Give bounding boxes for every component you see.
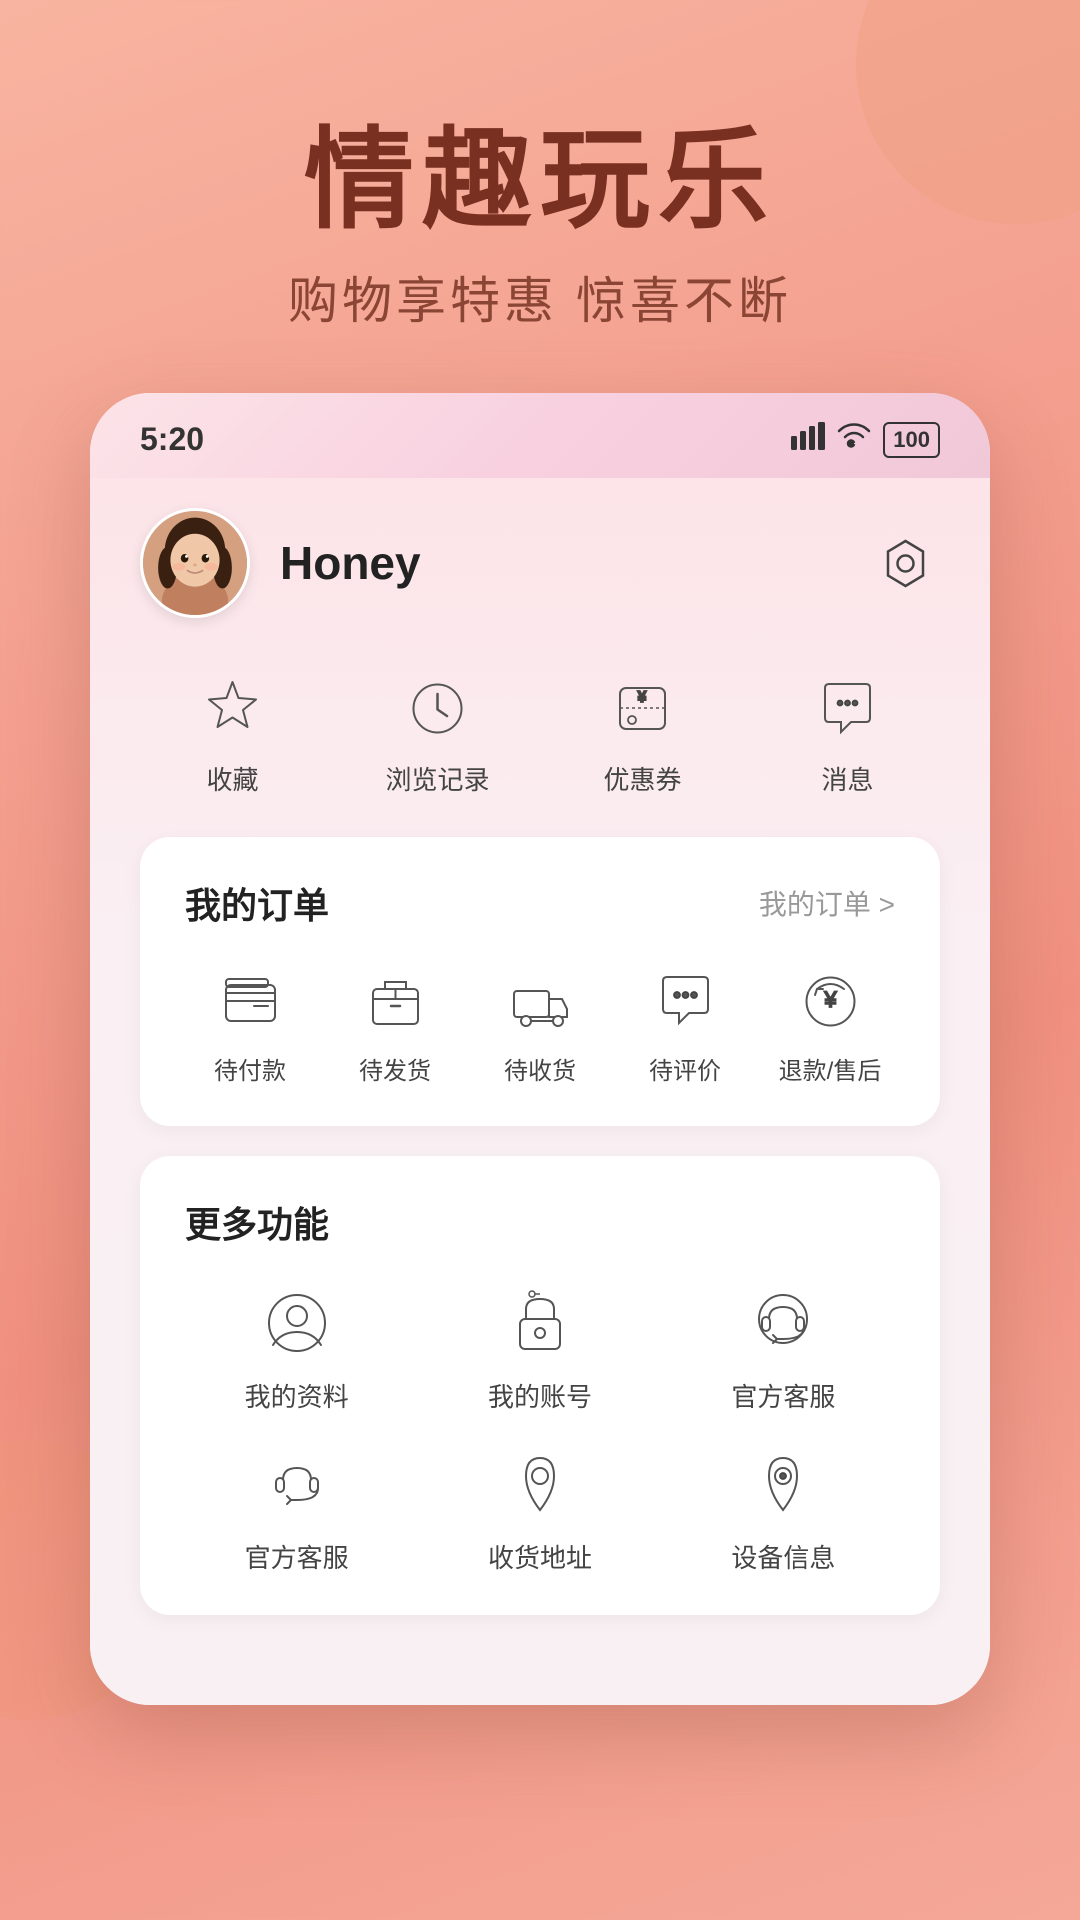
order-item-pending-pay-label: 待付款 (214, 1051, 286, 1086)
headset2-icon (257, 1444, 337, 1524)
orders-card-header: 我的订单 我的订单 > (185, 877, 895, 929)
order-item-pending-review-label: 待评价 (649, 1051, 721, 1086)
status-icons: 100 (791, 422, 940, 458)
feature-my-account[interactable]: 我的账号 (428, 1283, 651, 1414)
order-item-pending-receive[interactable]: 待收货 (475, 964, 605, 1086)
signal-icon (791, 422, 825, 457)
battery-icon: 100 (883, 422, 940, 458)
message-icon (808, 668, 888, 748)
phone-mockup: 5:20 (90, 393, 990, 1705)
svg-text:¥: ¥ (638, 689, 647, 706)
truck-icon (503, 964, 578, 1039)
quick-action-history[interactable]: 浏览记录 (345, 668, 530, 797)
feature-address[interactable]: 收货地址 (428, 1444, 651, 1575)
chat-dots-icon (648, 964, 723, 1039)
phone-container: 5:20 (0, 393, 1080, 1705)
username: Honey (280, 536, 421, 590)
user-circle-icon (257, 1283, 337, 1363)
order-item-pending-ship-label: 待发货 (359, 1051, 431, 1086)
more-features-header: 更多功能 (185, 1196, 895, 1248)
refund-icon: ¥ (793, 964, 868, 1039)
feature-my-profile-label: 我的资料 (245, 1377, 349, 1414)
order-grid: 待付款 待发货 (185, 964, 895, 1086)
hero-title: 情趣玩乐 (0, 120, 1080, 241)
location-icon (500, 1444, 580, 1524)
profile-left: Honey (140, 508, 421, 618)
quick-action-history-label: 浏览记录 (385, 760, 489, 797)
order-item-pending-review[interactable]: 待评价 (620, 964, 750, 1086)
location2-icon (743, 1444, 823, 1524)
clock-icon (398, 668, 478, 748)
quick-action-favorites-label: 收藏 (206, 760, 258, 797)
status-time: 5:20 (140, 421, 204, 458)
avatar[interactable] (140, 508, 250, 618)
orders-card: 我的订单 我的订单 > 待付款 (140, 837, 940, 1126)
profile-row: Honey (140, 508, 940, 618)
feature-device-info-label: 设备信息 (731, 1538, 835, 1575)
order-item-refund[interactable]: ¥ 退款/售后 (765, 964, 895, 1086)
quick-actions: 收藏 浏览记录 (140, 668, 940, 797)
feature-device-info[interactable]: 设备信息 (672, 1444, 895, 1575)
box-icon (358, 964, 433, 1039)
order-item-refund-label: 退款/售后 (779, 1051, 882, 1086)
quick-action-favorites[interactable]: 收藏 (140, 668, 325, 797)
orders-all-link[interactable]: 我的订单 > (759, 883, 895, 923)
quick-action-messages-label: 消息 (821, 760, 873, 797)
lock-icon (500, 1283, 580, 1363)
coupon-icon: ¥ (603, 668, 683, 748)
order-item-pending-pay[interactable]: 待付款 (185, 964, 315, 1086)
status-bar: 5:20 (90, 393, 990, 478)
features-grid: 我的资料 我的 (185, 1283, 895, 1575)
star-icon (193, 668, 273, 748)
headset-icon (743, 1283, 823, 1363)
feature-my-account-label: 我的账号 (488, 1377, 592, 1414)
feature-customer-service-2[interactable]: 官方客服 (185, 1444, 408, 1575)
wifi-icon (837, 422, 871, 457)
app-content: Honey 收 (90, 478, 990, 1705)
order-item-pending-receive-label: 待收货 (504, 1051, 576, 1086)
more-features-card: 更多功能 我的资料 (140, 1156, 940, 1615)
hero-subtitle: 购物享特惠 惊喜不断 (0, 261, 1080, 333)
feature-customer-service-2-label: 官方客服 (245, 1538, 349, 1575)
settings-button[interactable] (870, 528, 940, 598)
wallet-icon (213, 964, 288, 1039)
quick-action-coupons-label: 优惠券 (603, 760, 681, 797)
feature-my-profile[interactable]: 我的资料 (185, 1283, 408, 1414)
orders-section-title: 我的订单 (185, 877, 329, 929)
feature-customer-service-1[interactable]: 官方客服 (672, 1283, 895, 1414)
feature-address-label: 收货地址 (488, 1538, 592, 1575)
quick-action-messages[interactable]: 消息 (755, 668, 940, 797)
feature-customer-service-1-label: 官方客服 (731, 1377, 835, 1414)
quick-action-coupons[interactable]: ¥ 优惠券 (550, 668, 735, 797)
more-features-title: 更多功能 (185, 1196, 329, 1248)
hero-section: 情趣玩乐 购物享特惠 惊喜不断 (0, 0, 1080, 393)
order-item-pending-ship[interactable]: 待发货 (330, 964, 460, 1086)
svg-text:¥: ¥ (823, 987, 837, 1012)
